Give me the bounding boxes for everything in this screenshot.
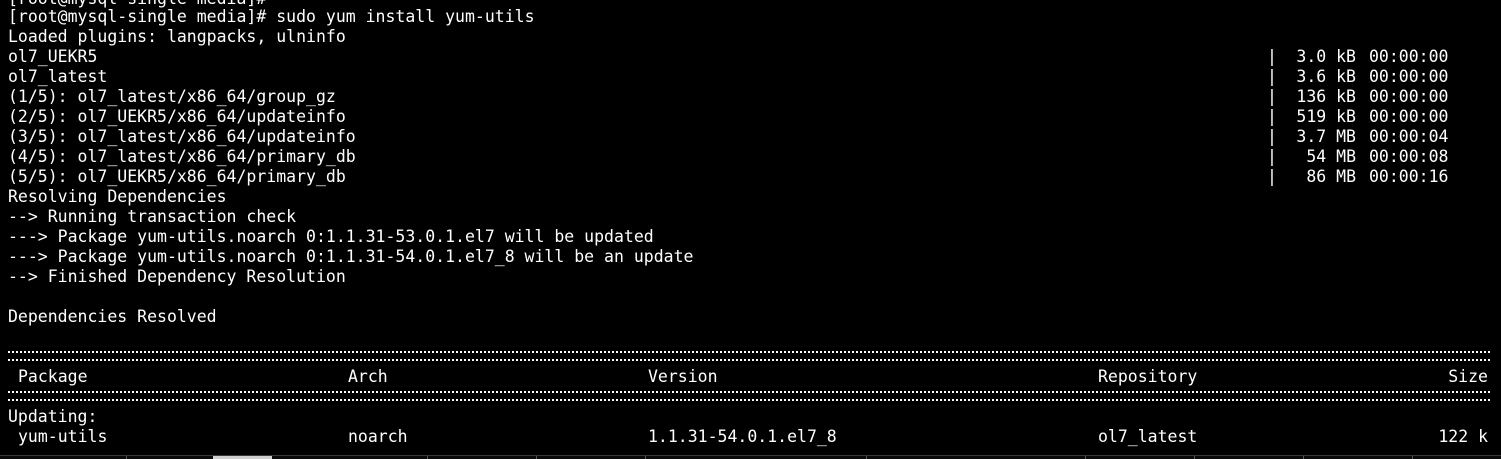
table-cell-version: 1.1.31-54.0.1.el7_8 [648,427,837,446]
table-header-package: Package [18,367,88,386]
table-top-separator [8,351,1490,361]
download-size: 54 MB [1306,147,1356,166]
download-pipe: | [1267,47,1277,66]
shell-prompt: [root@mysql-single media]# [8,7,267,26]
download-size: 519 kB [1296,107,1356,126]
resolving-line: Resolving Dependencies [8,187,227,206]
horizontal-scrollbar[interactable] [0,455,1501,459]
terminal-window[interactable]: [root@mysql-single media]# [root@mysql-s… [0,0,1501,459]
table-cell-arch: noarch [348,427,408,446]
download-pipe: | [1267,67,1277,86]
table-cell-package: yum-utils [18,427,108,446]
download-time: 00:00:00 [1369,87,1449,106]
download-name: (3/5): ol7_latest/x86_64/updateinfo [8,127,356,146]
shell-command: sudo yum install yum-utils [276,7,535,26]
download-pipe: | [1267,107,1277,126]
table-section-updating: Updating: [8,407,98,426]
table-cell-size: 122 k [1438,427,1488,446]
table-cell-repository: ol7_latest [1098,427,1198,446]
loaded-plugins-line: Loaded plugins: langpacks, ulninfo [8,27,346,46]
transaction-check-line: --> Running transaction check [8,207,297,226]
download-size: 3.7 MB [1296,127,1356,146]
download-pipe: | [1267,147,1277,166]
package-updated-line: ---> Package yum-utils.noarch 0:1.1.31-5… [8,227,654,246]
table-header-size: Size [1448,367,1488,386]
table-header-version: Version [648,367,718,386]
download-time: 00:00:08 [1369,147,1449,166]
download-size: 86 MB [1306,167,1356,186]
download-size: 3.6 kB [1296,67,1356,86]
download-name: (2/5): ol7_UEKR5/x86_64/updateinfo [8,107,346,126]
download-name: (1/5): ol7_latest/x86_64/group_gz [8,87,336,106]
table-header-separator [8,391,1490,401]
download-size: 3.0 kB [1296,47,1356,66]
download-pipe: | [1267,87,1277,106]
download-name: (5/5): ol7_UEKR5/x86_64/primary_db [8,167,346,186]
command-line: [root@mysql-single media]# sudo yum inst… [8,7,535,27]
package-update-line: ---> Package yum-utils.noarch 0:1.1.31-5… [8,247,694,266]
dependencies-resolved-line: Dependencies Resolved [8,307,217,326]
download-time: 00:00:00 [1369,67,1449,86]
download-name: ol7_UEKR5 [8,47,98,66]
table-header-arch: Arch [348,367,388,386]
download-time: 00:00:00 [1369,107,1449,126]
download-name: (4/5): ol7_latest/x86_64/primary_db [8,147,356,166]
download-pipe: | [1267,127,1277,146]
download-size: 136 kB [1296,87,1356,106]
download-pipe: | [1267,167,1277,186]
table-header-repository: Repository [1098,367,1198,386]
download-name: ol7_latest [8,67,108,86]
download-time: 00:00:04 [1369,127,1449,146]
finished-resolution-line: --> Finished Dependency Resolution [8,267,346,286]
download-time: 00:00:00 [1369,47,1449,66]
download-time: 00:00:16 [1369,167,1449,186]
